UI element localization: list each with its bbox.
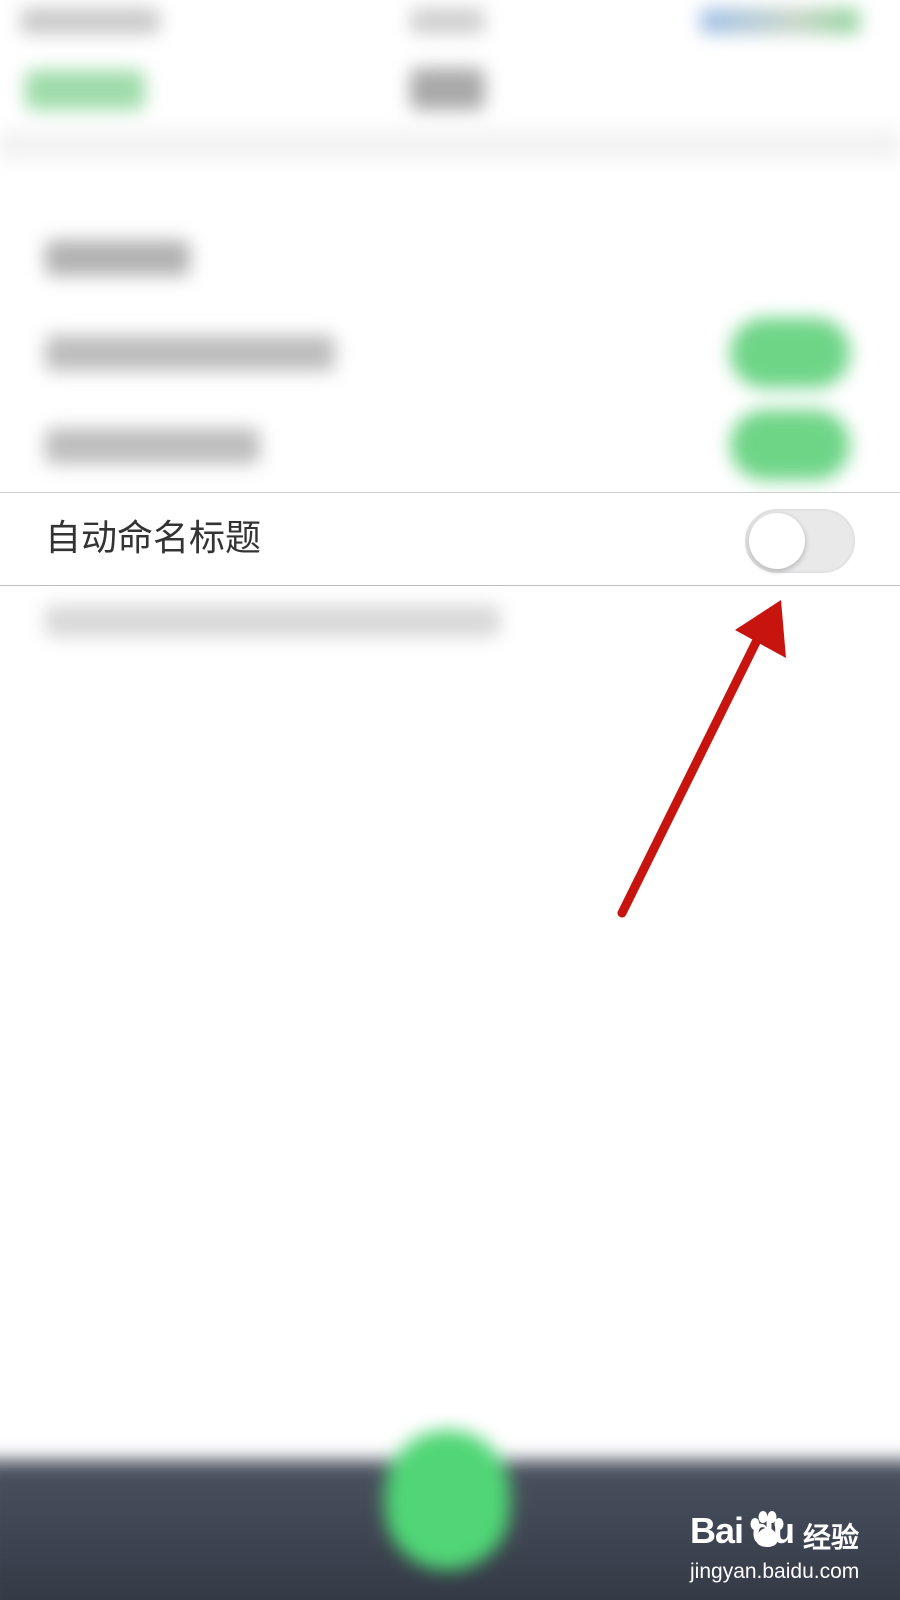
settings-screen: 自动命名标题 Bai du 经验 jingyan.baidu.com (0, 0, 900, 1600)
setting-row-2-toggle[interactable] (730, 410, 850, 480)
auto-title-label: 自动命名标题 (45, 518, 262, 559)
auto-title-setting-row: 自动命名标题 (0, 492, 900, 586)
nav-divider (0, 130, 900, 160)
status-bar-left (20, 8, 160, 34)
status-bar-time (410, 8, 485, 34)
bottom-action-button[interactable] (385, 1430, 510, 1570)
auto-title-toggle[interactable] (745, 509, 855, 573)
setting-row-1-label (45, 335, 335, 371)
baidu-jingyan-watermark: Bai du 经验 jingyan.baidu.com (690, 1510, 890, 1595)
baidu-paw-icon (750, 1511, 784, 1547)
status-bar-right (700, 8, 860, 34)
nav-back-button[interactable] (25, 70, 145, 110)
blurred-background (0, 0, 900, 1600)
watermark-url: jingyan.baidu.com (690, 1560, 860, 1583)
setting-description (45, 605, 500, 637)
watermark-cn: 经验 (803, 1521, 860, 1554)
toggle-knob (749, 513, 805, 569)
setting-row-2-label (45, 428, 260, 464)
nav-title (410, 68, 485, 110)
section-title (45, 240, 190, 276)
setting-row-1-toggle[interactable] (730, 318, 850, 388)
